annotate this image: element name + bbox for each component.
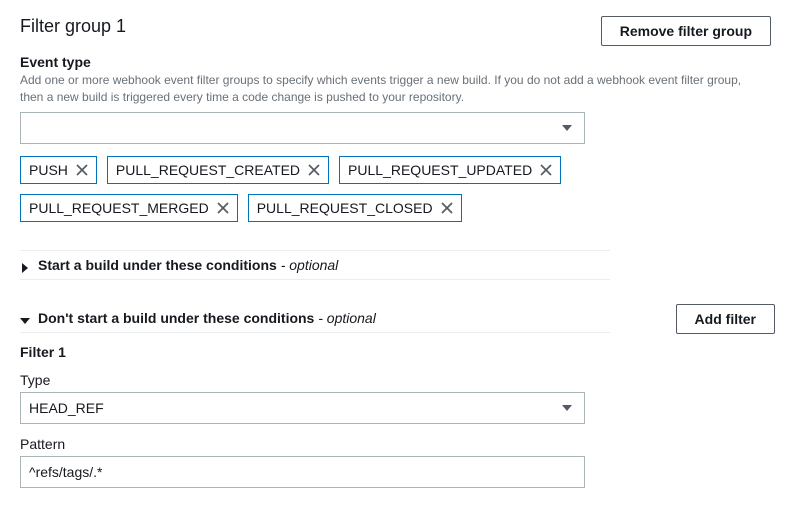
tag-label: PULL_REQUEST_MERGED xyxy=(29,200,209,216)
dont-start-build-conditions-toggle[interactable]: Don't start a build under these conditio… xyxy=(20,304,610,333)
tag-label: PUSH xyxy=(29,162,68,178)
close-icon[interactable] xyxy=(76,164,88,176)
event-type-tag: PULL_REQUEST_UPDATED xyxy=(339,156,561,184)
event-type-tag: PUSH xyxy=(20,156,97,184)
filter-type-label: Type xyxy=(20,372,585,388)
filter-pattern-input[interactable] xyxy=(20,456,585,488)
close-icon[interactable] xyxy=(441,202,453,214)
close-icon[interactable] xyxy=(540,164,552,176)
event-type-label: Event type xyxy=(20,54,590,70)
start-build-conditions-label: Start a build under these conditions - o… xyxy=(38,257,338,273)
event-type-tags: PUSH PULL_REQUEST_CREATED PULL_REQUEST_UPD… xyxy=(20,156,771,222)
triangle-right-icon xyxy=(20,260,30,270)
tag-label: PULL_REQUEST_UPDATED xyxy=(348,162,532,178)
add-filter-button[interactable]: Add filter xyxy=(676,304,775,334)
event-type-tag: PULL_REQUEST_CLOSED xyxy=(248,194,462,222)
dont-start-build-conditions-label: Don't start a build under these conditio… xyxy=(38,310,376,326)
filter-pattern-label: Pattern xyxy=(20,436,585,452)
event-type-tag: PULL_REQUEST_CREATED xyxy=(107,156,329,184)
filter-1-title: Filter 1 xyxy=(20,344,585,360)
triangle-down-icon xyxy=(20,313,30,323)
event-type-select[interactable] xyxy=(20,112,585,144)
tag-label: PULL_REQUEST_CREATED xyxy=(116,162,300,178)
close-icon[interactable] xyxy=(217,202,229,214)
chevron-down-icon xyxy=(550,113,584,143)
filter-type-select[interactable]: HEAD_REF xyxy=(20,392,585,424)
start-build-conditions-toggle[interactable]: Start a build under these conditions - o… xyxy=(20,250,610,280)
event-type-tag: PULL_REQUEST_MERGED xyxy=(20,194,238,222)
filter-type-value: HEAD_REF xyxy=(29,400,104,416)
chevron-down-icon xyxy=(550,393,584,423)
filter-group-title: Filter group 1 xyxy=(20,16,126,37)
close-icon[interactable] xyxy=(308,164,320,176)
event-type-helper: Add one or more webhook event filter gro… xyxy=(20,72,760,106)
tag-label: PULL_REQUEST_CLOSED xyxy=(257,200,433,216)
remove-filter-group-button[interactable]: Remove filter group xyxy=(601,16,771,46)
